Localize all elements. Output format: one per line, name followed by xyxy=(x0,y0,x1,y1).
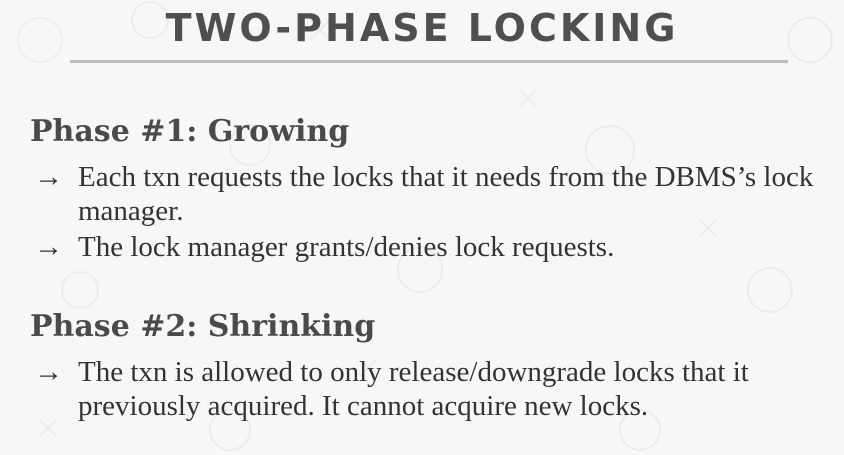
slide-title: TWO-PHASE LOCKING xyxy=(165,6,679,50)
arrow-icon: → xyxy=(34,231,63,263)
phase-1-bullet-1: → Each txn requests the locks that it ne… xyxy=(34,160,834,228)
bullet-text: The lock manager grants/denies lock requ… xyxy=(78,231,615,263)
phase-1-heading: Phase #1: Growing xyxy=(30,114,350,149)
bullet-text: The txn is allowed to only release/downg… xyxy=(78,356,749,422)
arrow-icon: → xyxy=(34,356,63,388)
phase-2-heading: Phase #2: Shrinking xyxy=(30,309,376,344)
arrow-icon: → xyxy=(34,161,63,193)
title-divider xyxy=(70,60,788,63)
phase-1-bullet-2: → The lock manager grants/denies lock re… xyxy=(34,230,834,264)
background-database-icon xyxy=(61,271,99,309)
background-cross-icon xyxy=(519,89,537,107)
bullet-text: Each txn requests the locks that it need… xyxy=(78,161,814,227)
phase-2-bullet-1: → The txn is allowed to only release/dow… xyxy=(34,355,834,423)
background-database-icon xyxy=(747,267,793,313)
